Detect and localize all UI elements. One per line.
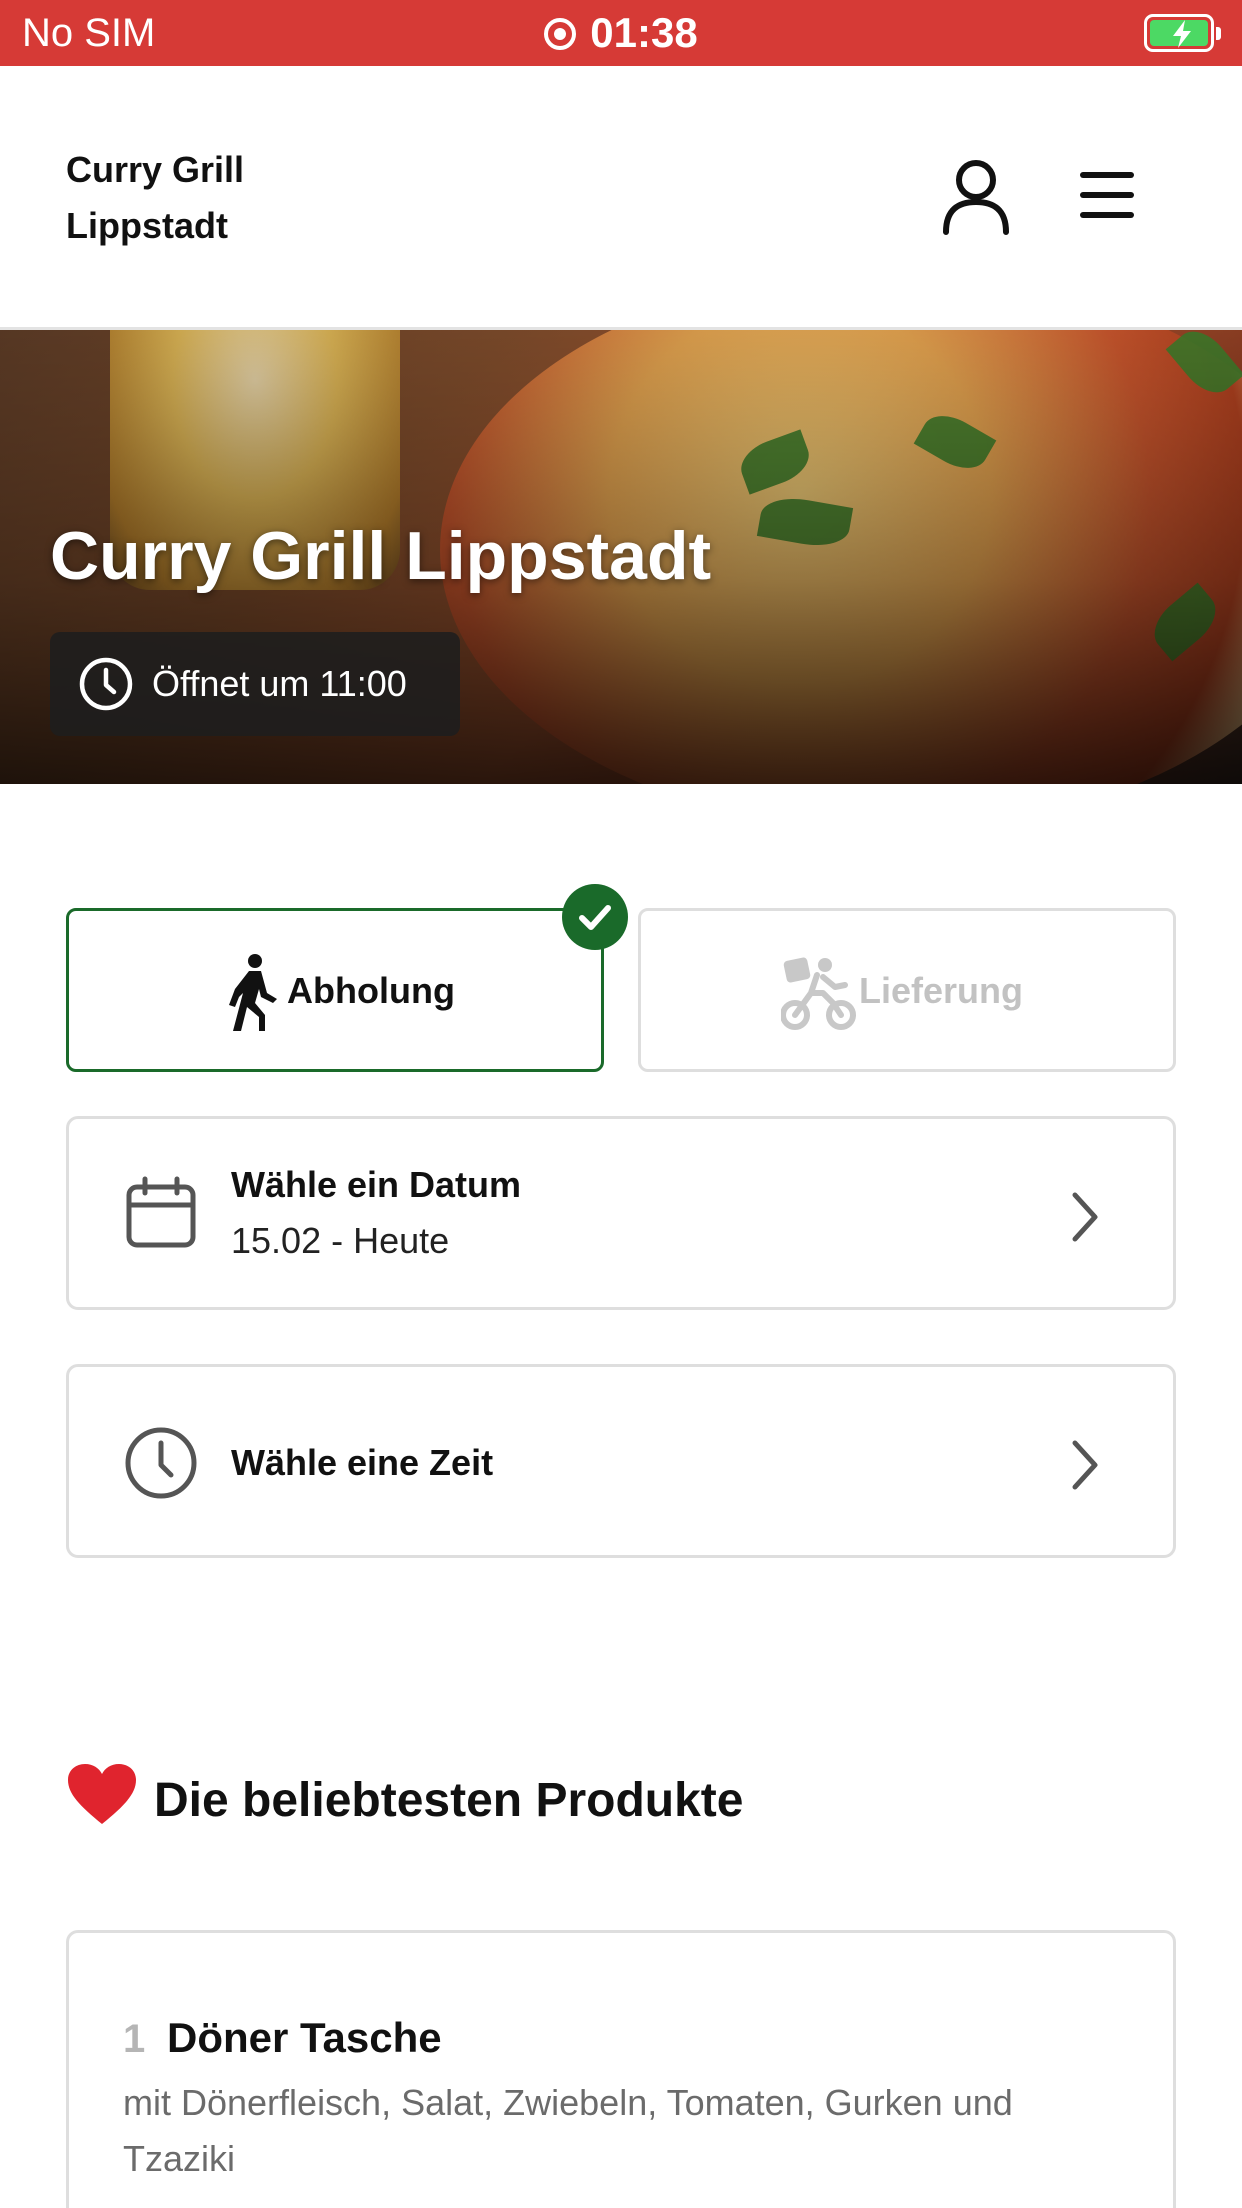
opening-status-text: Öffnet um 11:00 [152, 663, 407, 704]
chevron-right-icon [1072, 1192, 1098, 1242]
time-selector-title: Wähle eine Zeit [231, 1442, 494, 1483]
product-rank: 1 [123, 2017, 146, 2061]
date-selector-title: Wähle ein Datum [231, 1164, 522, 1205]
hero-banner: Curry Grill Lippstadt Öffnet um 11:00 [0, 330, 1242, 784]
menu-icon[interactable] [1074, 170, 1140, 220]
status-bar: No SIM 01:38 [0, 0, 1242, 66]
delivery-option[interactable]: Lieferung [638, 908, 1176, 1072]
status-time: 01:38 [0, 10, 1242, 56]
opening-status-badge: Öffnet um 11:00 [50, 632, 460, 736]
walking-icon [229, 954, 277, 1031]
product-description: mit Dönerfleisch, Salat, Zwiebeln, Tomat… [123, 2082, 1013, 2179]
pickup-option[interactable]: Abholung [66, 908, 604, 1072]
clock-icon [125, 1427, 197, 1499]
calendar-icon [126, 1176, 196, 1248]
delivery-label: Lieferung [859, 970, 1024, 1011]
product-name: Döner Tasche [167, 2014, 442, 2061]
user-icon[interactable] [940, 158, 1012, 236]
app-header: Curry Grill Lippstadt [0, 66, 1242, 330]
time-selector[interactable]: Wähle eine Zeit [66, 1364, 1176, 1558]
restaurant-title: Curry Grill Lippstadt [50, 518, 712, 594]
chevron-right-icon [1072, 1440, 1098, 1490]
heart-icon [68, 1764, 136, 1824]
product-card[interactable]: 1 Döner Tasche mit Dönerfleisch, Salat, … [66, 1930, 1176, 2208]
popular-products-heading: Die beliebtesten Produkte [66, 1762, 743, 1833]
record-icon [544, 18, 577, 50]
brand-name[interactable]: Curry Grill Lippstadt [66, 142, 326, 254]
date-selector-value: 15.02 - Heute [231, 1220, 450, 1261]
bike-delivery-icon [781, 957, 856, 1030]
clock-icon [79, 657, 133, 711]
popular-products-title: Die beliebtesten Produkte [154, 1774, 744, 1827]
battery-icon [1144, 14, 1221, 52]
check-icon [562, 884, 628, 950]
pickup-label: Abholung [287, 970, 455, 1011]
clock-time: 01:38 [590, 9, 698, 56]
date-selector[interactable]: Wähle ein Datum 15.02 - Heute [66, 1116, 1176, 1310]
